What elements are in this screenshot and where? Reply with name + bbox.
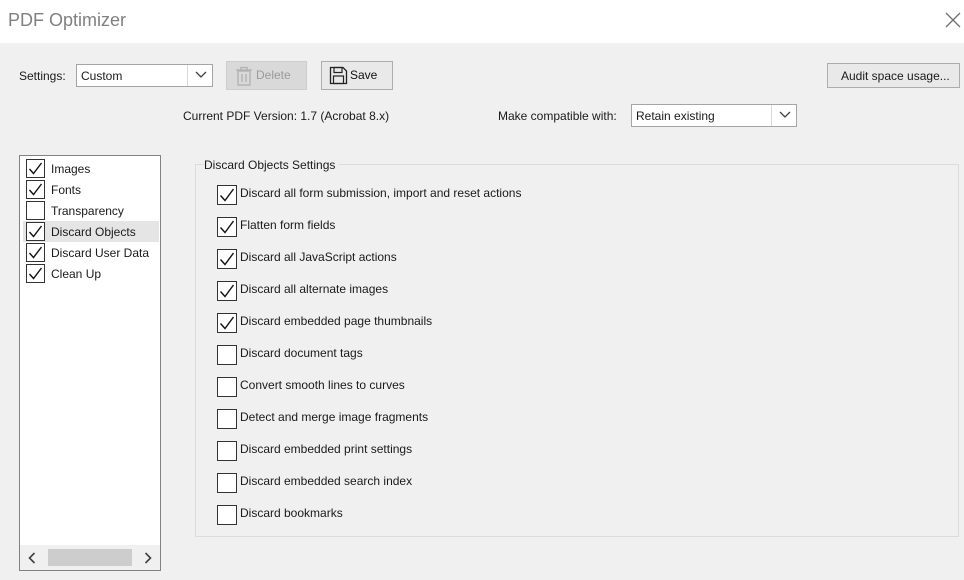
option-label: Discard all form submission, import and … (240, 186, 522, 200)
option-label: Convert smooth lines to curves (240, 378, 405, 392)
option-convert-smooth-lines[interactable]: Convert smooth lines to curves (216, 376, 816, 398)
checkbox[interactable] (217, 345, 237, 365)
audit-label: Audit space usage... (841, 69, 950, 83)
option-label: Discard embedded page thumbnails (240, 314, 433, 328)
option-discard-alternate-images[interactable]: Discard all alternate images (216, 280, 816, 302)
option-discard-bookmarks[interactable]: Discard bookmarks (216, 504, 816, 526)
category-list: Images Fonts Transparency Discard Object… (19, 155, 161, 571)
save-button[interactable]: Save (321, 61, 393, 90)
sidebar-item-label: Clean Up (51, 267, 102, 281)
checkbox[interactable] (217, 281, 237, 301)
sidebar-item-label: Fonts (51, 183, 82, 197)
option-merge-image-fragments[interactable]: Detect and merge image fragments (216, 408, 816, 430)
option-label: Flatten form fields (240, 218, 336, 232)
delete-label: Delete (256, 68, 291, 82)
settings-label: Settings: (19, 69, 66, 83)
chevron-down-icon (771, 105, 796, 126)
images-checkbox[interactable] (26, 159, 45, 178)
option-discard-search-index[interactable]: Discard embedded search index (216, 472, 816, 494)
option-label: Discard embedded search index (240, 474, 413, 488)
settings-value: Custom (81, 69, 123, 83)
option-discard-thumbnails[interactable]: Discard embedded page thumbnails (216, 312, 816, 334)
sidebar-item-discard-user-data[interactable]: Discard User Data (23, 242, 159, 263)
option-label: Discard document tags (240, 346, 363, 360)
checkbox[interactable] (217, 473, 237, 493)
option-label: Discard bookmarks (240, 506, 343, 520)
save-icon (329, 66, 348, 88)
compat-dropdown[interactable]: Retain existing (631, 104, 797, 127)
checkbox[interactable] (217, 249, 237, 269)
settings-dropdown[interactable]: Custom (76, 64, 213, 87)
option-discard-print-settings[interactable]: Discard embedded print settings (216, 440, 816, 462)
transparency-checkbox[interactable] (26, 201, 45, 220)
clean-up-checkbox[interactable] (26, 264, 45, 283)
discard-objects-checkbox[interactable] (26, 222, 45, 241)
sidebar-item-transparency[interactable]: Transparency (23, 200, 159, 221)
option-discard-form-actions[interactable]: Discard all form submission, import and … (216, 184, 816, 206)
option-label: Detect and merge image fragments (240, 410, 429, 424)
option-label: Discard embedded print settings (240, 442, 413, 456)
checkbox[interactable] (217, 441, 237, 461)
window-title: PDF Optimizer (8, 10, 127, 30)
sidebar-item-fonts[interactable]: Fonts (23, 179, 159, 200)
chevron-left-icon[interactable] (28, 552, 36, 567)
sidebar-item-images[interactable]: Images (23, 158, 159, 179)
save-label: Save (350, 68, 378, 82)
sidebar-item-label: Discard Objects (51, 225, 136, 239)
checkbox[interactable] (217, 217, 237, 237)
checkbox[interactable] (217, 377, 237, 397)
close-icon[interactable] (944, 11, 962, 29)
option-discard-javascript[interactable]: Discard all JavaScript actions (216, 248, 816, 270)
compat-value: Retain existing (636, 109, 715, 123)
option-discard-document-tags[interactable]: Discard document tags (216, 344, 816, 366)
option-label: Discard all JavaScript actions (240, 250, 397, 264)
sidebar-item-label: Images (51, 162, 91, 176)
sidebar-item-label: Discard User Data (51, 246, 150, 260)
checkbox[interactable] (217, 409, 237, 429)
compat-label: Make compatible with: (498, 109, 617, 123)
discard-user-data-checkbox[interactable] (26, 243, 45, 262)
scrollbar-thumb[interactable] (48, 549, 132, 566)
checkbox[interactable] (217, 505, 237, 525)
sidebar-item-clean-up[interactable]: Clean Up (23, 263, 159, 284)
group-title: Discard Objects Settings (204, 158, 340, 172)
sidebar-item-label: Transparency (51, 204, 124, 218)
option-flatten-form-fields[interactable]: Flatten form fields (216, 216, 816, 238)
option-label: Discard all alternate images (240, 282, 389, 296)
delete-button[interactable]: Delete (226, 61, 307, 90)
sidebar-item-discard-objects[interactable]: Discard Objects (23, 221, 159, 242)
audit-space-button[interactable]: Audit space usage... (827, 63, 960, 88)
horizontal-scrollbar[interactable] (20, 545, 160, 570)
title-bar: PDF Optimizer (0, 0, 964, 43)
checkbox[interactable] (217, 185, 237, 205)
trash-icon (235, 66, 253, 89)
fonts-checkbox[interactable] (26, 180, 45, 199)
chevron-right-icon[interactable] (144, 552, 152, 567)
current-version-text: Current PDF Version: 1.7 (Acrobat 8.x) (183, 109, 390, 123)
chevron-down-icon (187, 65, 212, 86)
checkbox[interactable] (217, 313, 237, 333)
